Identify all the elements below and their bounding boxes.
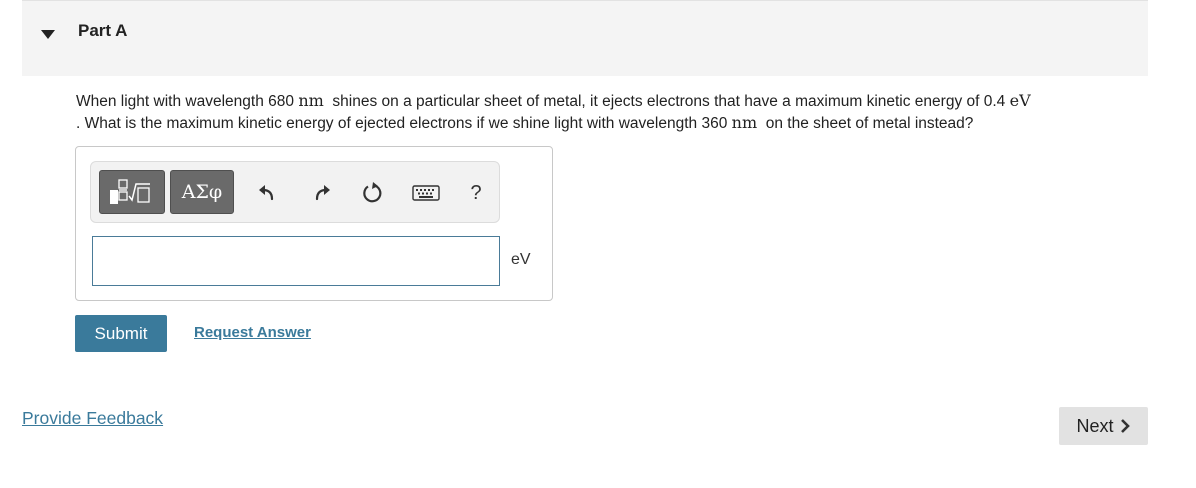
templates-button[interactable] bbox=[99, 170, 165, 214]
provide-feedback-link[interactable]: Provide Feedback bbox=[22, 408, 163, 429]
chevron-right-icon bbox=[1120, 419, 1130, 433]
answer-box: ΑΣφ ? eV bbox=[75, 146, 553, 301]
unit-ev: eV bbox=[1009, 91, 1031, 110]
submit-button[interactable]: Submit bbox=[75, 315, 167, 352]
question-line2-prefix: . What is the maximum kinetic energy of … bbox=[76, 115, 728, 132]
question-line1-mid: shines on a particular sheet of metal, i… bbox=[332, 93, 1006, 110]
next-button[interactable]: Next bbox=[1059, 407, 1148, 445]
answer-input[interactable] bbox=[92, 236, 500, 286]
greek-letters-button[interactable]: ΑΣφ bbox=[170, 170, 234, 214]
math-toolbar: ΑΣφ ? bbox=[90, 161, 500, 223]
next-label: Next bbox=[1076, 415, 1114, 436]
help-button[interactable]: ? bbox=[463, 180, 489, 206]
question-text: When light with wavelength 680 nm shines… bbox=[76, 90, 1156, 134]
redo-icon bbox=[315, 185, 330, 201]
part-title: Part A bbox=[78, 21, 128, 40]
question-line1-prefix: When light with wavelength 680 bbox=[76, 93, 294, 110]
request-answer-link[interactable]: Request Answer bbox=[194, 324, 311, 341]
question-line-2: . What is the maximum kinetic energy of … bbox=[76, 112, 1156, 134]
part-header: Part A bbox=[22, 0, 1148, 76]
collapse-toggle[interactable] bbox=[40, 26, 56, 42]
undo-icon bbox=[259, 185, 274, 201]
redo-button[interactable] bbox=[309, 180, 335, 206]
question-line-1: When light with wavelength 680 nm shines… bbox=[76, 90, 1156, 112]
keyboard-icon bbox=[412, 185, 440, 201]
question-line2-suffix: on the sheet of metal instead? bbox=[765, 115, 974, 132]
answer-unit-label: eV bbox=[511, 251, 531, 268]
unit-nm-2: nm bbox=[731, 113, 758, 132]
triangle-down-icon bbox=[41, 29, 55, 39]
undo-button[interactable] bbox=[254, 180, 280, 206]
reset-icon bbox=[363, 182, 382, 203]
keyboard-button[interactable] bbox=[411, 180, 441, 206]
templates-icon bbox=[110, 179, 150, 204]
unit-nm: nm bbox=[298, 91, 324, 110]
help-icon: ? bbox=[470, 181, 482, 204]
reset-button[interactable] bbox=[359, 180, 385, 206]
